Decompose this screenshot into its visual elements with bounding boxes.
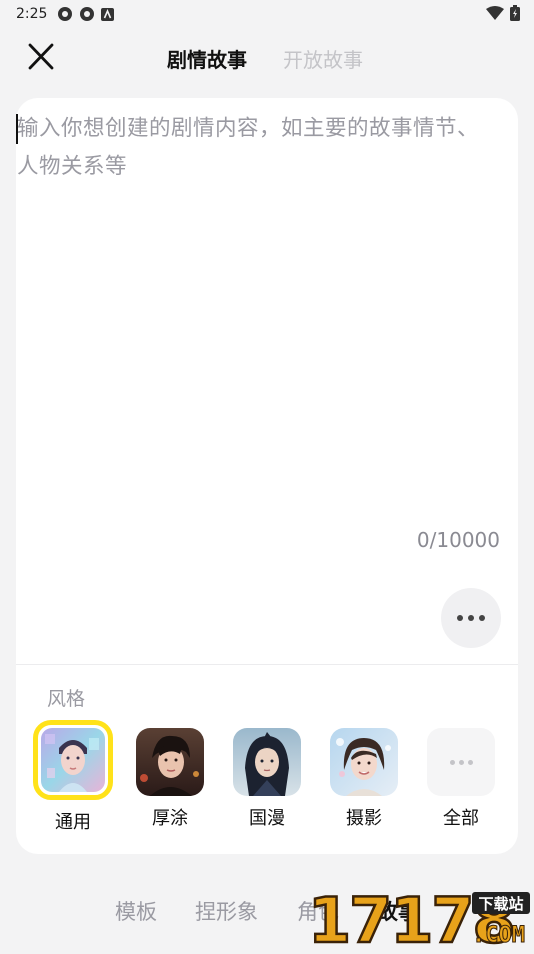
portrait-image [330,728,398,796]
style-thumbnail [33,720,113,800]
more-options-button[interactable] [441,588,501,648]
portrait-image [41,728,105,792]
tab-plot-story[interactable]: 剧情故事 [167,44,247,73]
sync-icon [79,6,95,22]
style-section-label: 风格 [47,688,86,710]
wifi-icon [486,6,504,24]
style-options: 通用 厚涂 国漫 摄影 全部 [0,720,534,840]
more-icon [457,615,463,621]
top-nav: 剧情故事 开放故事 [0,32,534,80]
style-thumbnail [330,728,398,796]
style-option-general[interactable]: 通用 [28,720,118,834]
close-icon [28,43,54,70]
portrait-image [136,728,204,796]
app-notification-icon [101,7,115,21]
close-button[interactable] [24,42,58,72]
more-icon-dot [468,615,474,621]
style-option-thick-paint[interactable]: 厚涂 [125,728,215,830]
style-thumbnail [136,728,204,796]
watermark-domain: .COM [472,923,525,948]
more-icon [427,728,495,796]
sync-icon [57,6,73,22]
character-counter: 0/10000 [416,528,500,552]
portrait-image [233,728,301,796]
style-option-all[interactable]: 全部 [416,728,506,830]
divider [16,664,518,665]
style-label: 摄影 [346,808,382,829]
style-label: 厚涂 [152,808,188,829]
editor-placeholder: 输入你想创建的剧情内容，如主要的故事情节、人物关系等 [17,116,480,179]
battery-icon [510,5,520,25]
bottom-nav-create-avatar[interactable]: 捏形象 [195,896,258,926]
status-bar: 2:25 [0,0,534,28]
status-time: 2:25 [16,6,48,22]
style-label: 国漫 [249,808,285,829]
more-icon-dot [449,759,455,765]
tab-open-story[interactable]: 开放故事 [283,44,363,73]
watermark-logo: 17178 下载站 .COM [306,883,532,954]
story-textarea[interactable]: 输入你想创建的剧情内容，如主要的故事情节、人物关系等 [16,110,492,550]
bottom-nav-template[interactable]: 模板 [115,896,157,926]
style-option-chinese-comic[interactable]: 国漫 [222,728,312,830]
more-icon-dot [458,759,464,765]
style-label: 全部 [443,808,479,829]
watermark-badge: 下载站 [478,895,523,913]
style-option-photography[interactable]: 摄影 [319,728,409,830]
style-thumbnail [233,728,301,796]
more-icon-dot [479,615,485,621]
more-icon-dot [467,759,473,765]
style-label: 通用 [55,812,91,833]
